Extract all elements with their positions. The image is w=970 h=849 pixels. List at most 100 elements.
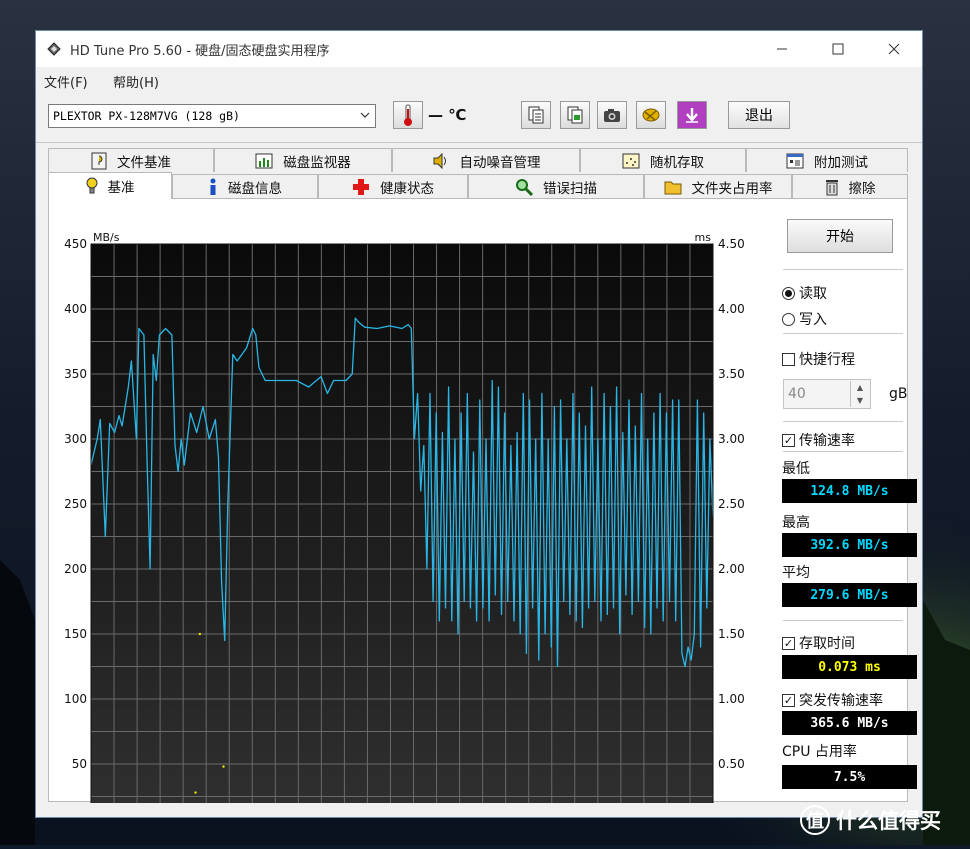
y-tick-right: 2.00 [718, 562, 745, 576]
write-radio[interactable] [782, 312, 795, 326]
maximize-icon [832, 43, 844, 55]
folder-icon [664, 181, 681, 194]
tab-extra-tests[interactable]: 附加测试 [746, 148, 908, 172]
transfer-rate-option[interactable]: ✓ 传输速率 [782, 430, 855, 450]
y-tick-right: 0.50 [718, 757, 745, 771]
tab-noise-management[interactable]: 自动噪音管理 [392, 148, 580, 172]
tab-label: 随机存取 [650, 154, 704, 171]
info-icon [210, 178, 216, 195]
y-tick-right: 1.00 [718, 692, 745, 706]
tab-health[interactable]: 健康状态 [318, 174, 468, 198]
tab-error-scan[interactable]: 错误扫描 [468, 174, 644, 198]
start-button[interactable]: 开始 [787, 219, 893, 253]
read-option[interactable]: 读取 [782, 283, 827, 303]
cpu-value: 7.5% [782, 765, 917, 789]
divider [783, 333, 903, 334]
cpu-label: CPU 占用率 [782, 744, 857, 760]
options-button[interactable] [636, 101, 666, 129]
extra-tests-icon [786, 153, 804, 168]
screenshot-button[interactable] [597, 101, 627, 129]
tab-file-benchmark[interactable]: 文件基准 [48, 148, 214, 172]
y-tick-left: 450 [64, 237, 87, 251]
tab-label: 擦除 [848, 180, 876, 197]
short-stroke-input[interactable]: 40 ▲ ▼ [783, 379, 871, 409]
title-bar[interactable]: HD Tune Pro 5.60 - 硬盘/固态硬盘实用程序 [36, 31, 922, 67]
drive-select[interactable]: PLEXTOR PX-128M7VG (128 gB) [48, 104, 376, 128]
y-tick-right: 4.50 [718, 237, 745, 251]
y-axis-unit-right: ms [695, 231, 712, 244]
divider [783, 620, 903, 621]
tab-label: 健康状态 [380, 180, 434, 197]
window-title: HD Tune Pro 5.60 - 硬盘/固态硬盘实用程序 [70, 44, 330, 59]
magnifier-icon [516, 178, 533, 196]
trash-icon [825, 179, 838, 195]
burst-rate-value: 365.6 MB/s [782, 711, 917, 735]
read-radio[interactable] [782, 286, 795, 300]
tab-disk-monitor[interactable]: 磁盘监视器 [214, 148, 392, 172]
transfer-rate-chart: 450 400 350 300 250 200 150 100 50 4.50 4.00 3.50 3… [64, 231, 745, 805]
minimize-button[interactable] [754, 31, 810, 67]
y-tick-right: 2.50 [718, 497, 745, 511]
avg-value: 279.6 MB/s [782, 583, 917, 607]
y-tick-right: 4.00 [718, 302, 745, 316]
tab-random-access[interactable]: 随机存取 [580, 148, 746, 172]
min-label: 最低 [782, 461, 810, 477]
transfer-rate-checkbox[interactable]: ✓ [782, 433, 795, 447]
thermometer-icon [404, 104, 412, 126]
tab-folder-usage[interactable]: 文件夹占用率 [644, 174, 792, 198]
temperature-button[interactable] [393, 101, 423, 129]
disk-monitor-icon [255, 153, 273, 168]
max-value: 392.6 MB/s [782, 533, 917, 557]
y-tick-right: 1.50 [718, 627, 745, 641]
y-tick-left: 400 [64, 302, 87, 316]
maximize-button[interactable] [810, 31, 866, 67]
short-stroke-stepper[interactable]: ▲ ▼ [850, 381, 869, 407]
access-time-option[interactable]: ✓ 存取时间 [782, 633, 855, 653]
access-time-checkbox[interactable]: ✓ [782, 636, 795, 650]
watermark: 值 什么值得买 [800, 800, 970, 840]
close-icon [888, 43, 900, 55]
close-button[interactable] [866, 31, 922, 67]
tab-label: 文件基准 [117, 154, 171, 171]
copy-text-button[interactable] [521, 101, 551, 129]
menu-file[interactable]: 文件(F) [44, 72, 88, 91]
access-time-value: 0.073 ms [782, 655, 917, 679]
menu-help[interactable]: 帮助(H) [113, 72, 159, 91]
y-tick-left: 200 [64, 562, 87, 576]
control-sidebar: 开始 读取 写入 快捷行程 40 ▲ ▼ gB ✓ 传输速率 最低 124.8 … [767, 199, 917, 803]
drive-select-value: PLEXTOR PX-128M7VG (128 gB) [53, 109, 240, 123]
tab-label: 基准 [107, 180, 135, 196]
burst-rate-checkbox[interactable]: ✓ [782, 693, 795, 707]
menu-bar: 文件(F) 帮助(H) [36, 67, 922, 92]
watermark-text: 什么值得买 [836, 809, 941, 833]
write-option[interactable]: 写入 [782, 309, 827, 329]
exit-button[interactable]: 退出 [728, 101, 790, 129]
copy-text-icon [528, 106, 544, 124]
transfer-rate-label: 传输速率 [799, 433, 855, 449]
speaker-icon [433, 152, 446, 169]
tab-label: 错误扫描 [543, 180, 597, 197]
tab-benchmark[interactable]: 基准 [48, 172, 172, 199]
y-tick-right: 3.50 [718, 367, 745, 381]
short-stroke-option[interactable]: 快捷行程 [782, 349, 855, 369]
app-window: HD Tune Pro 5.60 - 硬盘/固态硬盘实用程序 文件(F) 帮助(… [35, 30, 923, 818]
short-stroke-unit: gB [889, 386, 908, 402]
camera-icon [604, 109, 620, 122]
tab-label: 文件夹占用率 [691, 180, 773, 197]
save-download-button[interactable] [677, 101, 707, 129]
options-icon [642, 108, 660, 122]
tab-disk-info[interactable]: 磁盘信息 [172, 174, 318, 198]
y-tick-right: 3.00 [718, 432, 745, 446]
tab-label: 自动噪音管理 [459, 154, 541, 171]
divider [783, 451, 903, 452]
write-label: 写入 [799, 312, 827, 328]
file-benchmark-icon [91, 152, 107, 169]
burst-rate-option[interactable]: ✓ 突发传输速率 [782, 690, 883, 710]
copy-image-button[interactable] [560, 101, 590, 129]
toolbar: PLEXTOR PX-128M7VG (128 gB) — ℃ 退出 [36, 92, 922, 143]
benchmark-panel: 450 400 350 300 250 200 150 100 50 4.50 4.00 3.50 3… [48, 198, 917, 805]
short-stroke-checkbox[interactable] [782, 352, 795, 366]
access-time-point [194, 791, 197, 794]
tab-erase[interactable]: 擦除 [792, 174, 908, 198]
y-tick-left: 350 [64, 367, 87, 381]
